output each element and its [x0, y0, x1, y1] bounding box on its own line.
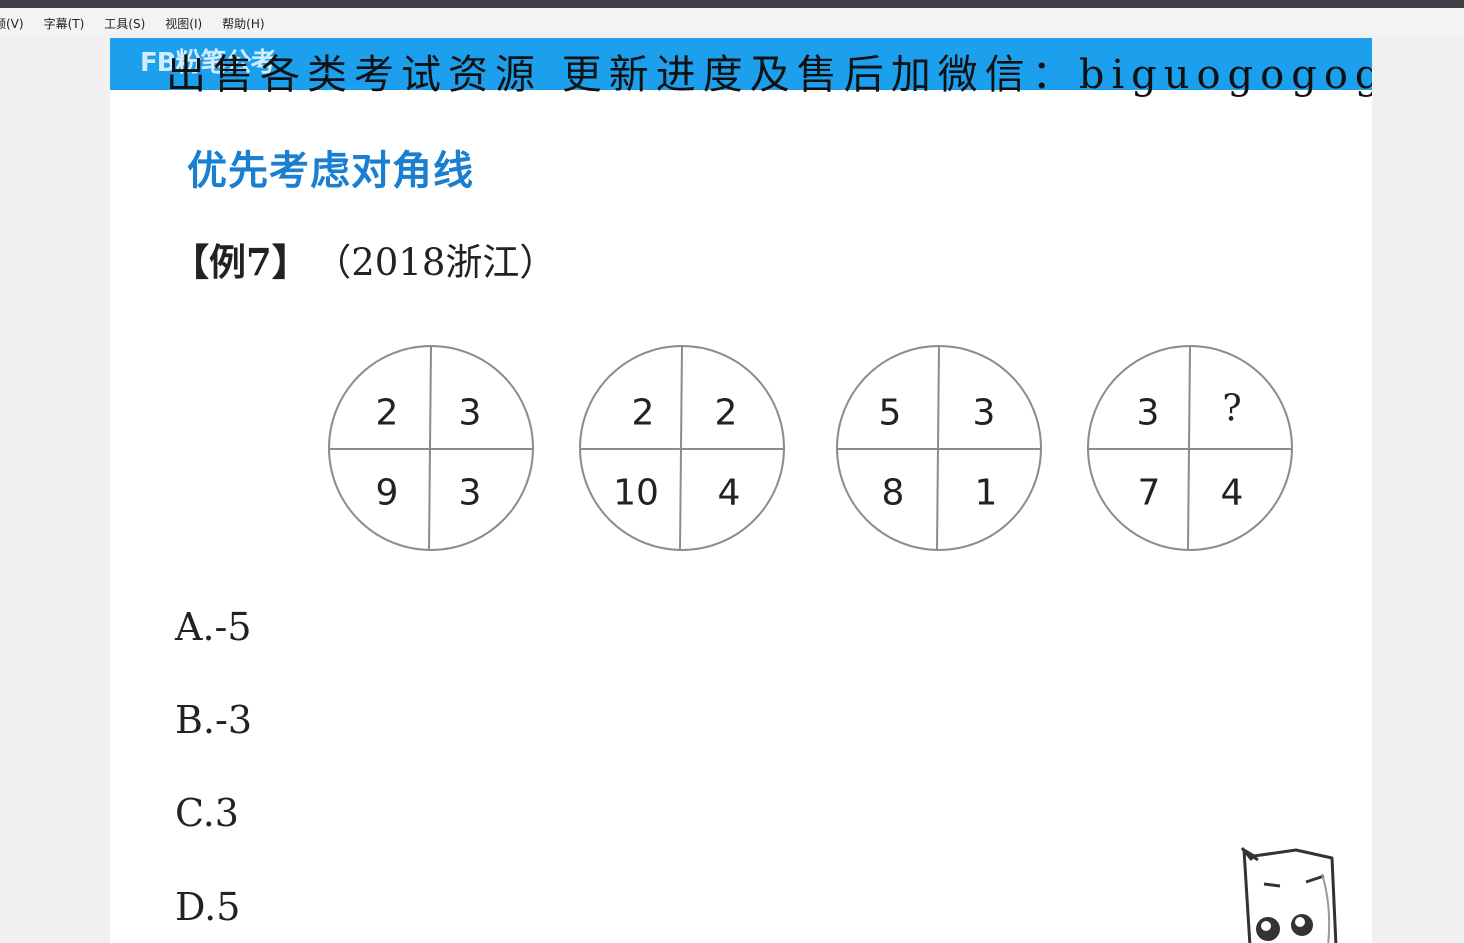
mascot-character [1240, 847, 1338, 943]
menu-video[interactable]: 频(V) [0, 15, 24, 32]
menu-view[interactable]: 视图(I) [165, 15, 202, 32]
option-d: D.5 [175, 885, 241, 929]
circle-1-bottom-left: 9 [375, 472, 399, 514]
circle-figure-1: 2 3 9 3 [328, 345, 534, 551]
circle-2-top-right: 2 [714, 392, 738, 434]
circle-2-bottom-left: 10 [613, 472, 659, 514]
circle-4-top-right: ? [1222, 388, 1242, 430]
circle-3-top-left: 5 [878, 392, 902, 434]
option-c: C.3 [175, 791, 239, 835]
circle-2-bottom-right: 4 [717, 472, 741, 514]
menu-help[interactable]: 帮助(H) [222, 15, 264, 32]
circle-3-bottom-left: 8 [881, 472, 905, 514]
video-slide[interactable]: FB粉笔公考 出售各类考试资源 更新进度及售后加微信：biguogogogo 优… [110, 38, 1372, 943]
menu-subtitle[interactable]: 字幕(T) [44, 15, 85, 32]
circle-figure-2: 2 2 10 4 [579, 345, 785, 551]
circle-4-bottom-right: 4 [1220, 472, 1244, 514]
option-a: A.-5 [175, 605, 252, 649]
menu-tools[interactable]: 工具(S) [104, 15, 145, 32]
circle-3-top-right: 3 [972, 392, 996, 434]
circle-1-top-right: 3 [458, 392, 482, 434]
option-b: B.-3 [175, 698, 253, 742]
circle-3-bottom-right: 1 [974, 472, 998, 514]
circle-figure-3: 5 3 8 1 [836, 345, 1042, 551]
window-title-bar [0, 0, 1464, 8]
circle-4-bottom-left: 7 [1137, 472, 1161, 514]
circle-4-top-left: 3 [1136, 392, 1160, 434]
menu-bar: 频(V) 字幕(T) 工具(S) 视图(I) 帮助(H) [0, 8, 1464, 38]
circle-1-bottom-right: 3 [458, 472, 482, 514]
circle-1-top-left: 2 [375, 392, 399, 434]
circle-figures: 2 3 9 3 2 2 10 4 5 3 8 1 3 ? 7 4 [110, 38, 1372, 943]
circle-2-top-left: 2 [631, 392, 655, 434]
circle-figure-4: 3 ? 7 4 [1087, 345, 1293, 551]
